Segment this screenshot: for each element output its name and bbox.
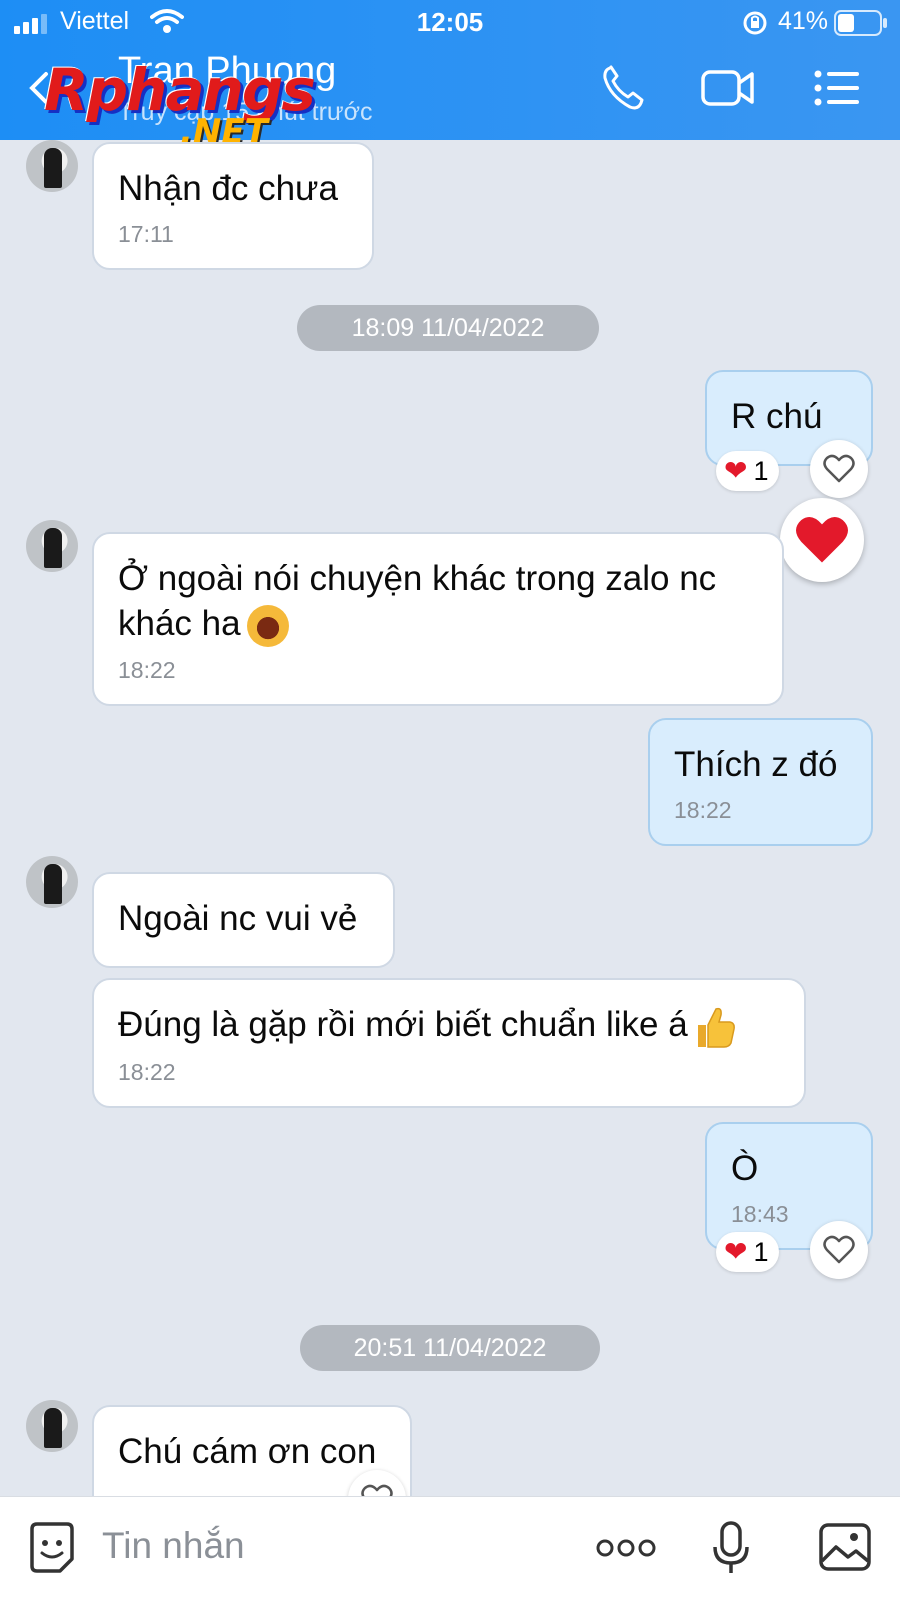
phone-icon[interactable] [600,64,646,112]
message-bubble[interactable]: Thích z đó 18:22 [648,718,873,846]
reaction-count[interactable]: ❤ 1 [716,451,779,491]
heart-icon: ❤ [724,1236,748,1267]
chat-messages[interactable]: Nhận đc chưa 17:11 18:09 11/04/2022 R ch… [0,140,900,1496]
message-text: Chú cám ơn con [118,1432,377,1471]
message-text: Thích z đó [674,745,838,784]
message-bubble[interactable]: Đúng là gặp rồi mới biết chuẩn like á 18… [92,978,806,1108]
message-input[interactable]: Tin nhắn [102,1525,245,1567]
video-call-icon[interactable] [700,64,756,112]
message-text: Ngoài nc vui vẻ [118,899,358,938]
laughing-emoji-icon [246,604,289,647]
heart-outline-icon [361,1484,393,1496]
avatar[interactable] [26,1400,78,1452]
heart-icon [796,517,848,563]
message-bubble[interactable]: Ngoài nc vui vẻ [92,872,395,968]
sticker-icon[interactable] [26,1521,78,1575]
message-text: Đúng là gặp rồi mới biết chuẩn like á [118,1005,688,1044]
react-button[interactable] [810,1221,868,1279]
menu-icon[interactable] [812,64,862,112]
message-time: 18:22 [674,797,732,823]
battery-percentage: 41% [777,7,828,35]
heart-outline-icon [823,1235,855,1264]
thumbs-up-emoji-icon [697,1007,735,1048]
message-time: 17:11 [118,221,174,247]
date-separator: 18:09 11/04/2022 [297,305,599,351]
reaction-count-value: 1 [753,456,769,486]
status-bar: Viettel 12:05 41% [0,0,900,44]
avatar[interactable] [26,520,78,572]
message-input-bar: Tin nhắn [0,1496,900,1601]
heart-outline-icon [823,454,855,483]
message-text: Ở ngoài nói chuyện khác trong zalo nc kh… [118,559,717,643]
heart-icon: ❤ [724,455,748,486]
reaction-picker-heart[interactable] [780,498,864,582]
battery-icon [834,10,887,36]
watermark-logo: Rphangs [44,56,316,124]
rotation-lock-icon [743,11,767,35]
reaction-count[interactable]: ❤ 1 [716,1232,779,1272]
more-icon[interactable] [596,1537,656,1559]
message-text-line: Đúng là gặp rồi mới biết chuẩn like á [118,1002,780,1049]
avatar[interactable] [26,856,78,908]
message-text: Ò [731,1149,759,1188]
message-text: Nhận đc chưa [118,169,338,208]
reaction-count-value: 1 [753,1237,769,1267]
message-text: R chú [731,397,823,436]
message-bubble[interactable]: Ở ngoài nói chuyện khác trong zalo nc kh… [92,532,784,706]
message-text-line: Ở ngoài nói chuyện khác trong zalo nc kh… [118,556,758,647]
image-icon[interactable] [818,1521,872,1573]
react-button[interactable] [810,440,868,498]
message-bubble[interactable]: Nhận đc chưa 17:11 [92,142,374,270]
date-separator: 20:51 11/04/2022 [300,1325,600,1371]
chat-header: Viettel 12:05 41% Tran Phuong Truy cập 1… [0,0,900,152]
message-time: 18:22 [118,656,176,683]
avatar[interactable] [26,140,78,192]
message-time: 18:22 [118,1058,176,1085]
microphone-icon[interactable] [712,1521,750,1577]
